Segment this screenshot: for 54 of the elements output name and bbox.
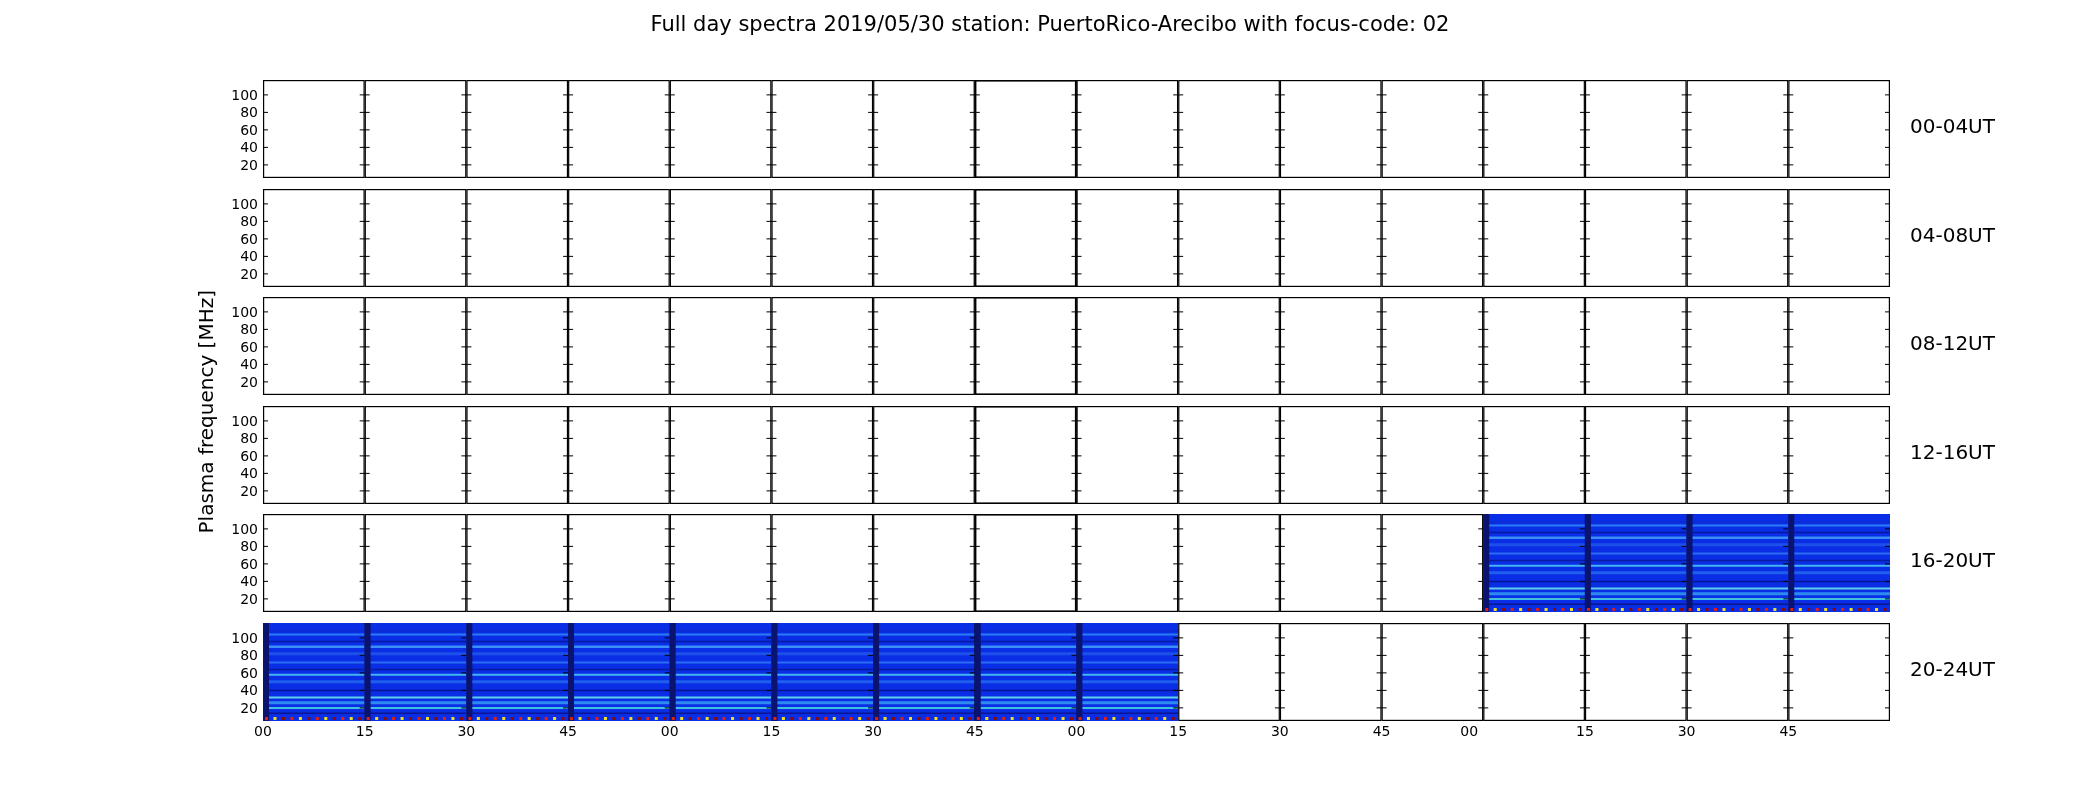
time-range-label: 20-24UT bbox=[1910, 656, 1995, 681]
time-range-label: 16-20UT bbox=[1910, 548, 1995, 572]
y-tick-label: 40 bbox=[240, 464, 258, 481]
time-range-label: 08-12UT bbox=[1910, 331, 1995, 355]
y-tick-label: 80 bbox=[240, 429, 258, 446]
x-tick-label: 45 bbox=[559, 723, 577, 739]
y-tick-label: 100 bbox=[231, 629, 258, 646]
x-tick-label: 30 bbox=[1270, 723, 1289, 739]
x-tick-label: 15 bbox=[1169, 723, 1188, 739]
y-tick-label: 40 bbox=[240, 681, 258, 698]
y-tick-label: 40 bbox=[240, 139, 258, 156]
x-tick-label: 45 bbox=[1372, 723, 1391, 739]
x-tick-label: 15 bbox=[1576, 723, 1594, 739]
x-tick-label: 45 bbox=[1779, 723, 1798, 739]
y-tick-label: 20 bbox=[240, 699, 258, 716]
time-range-label: 12-16UT bbox=[1910, 439, 1995, 464]
x-tick-label: 15 bbox=[762, 723, 781, 739]
x-tick-label: 00 bbox=[660, 723, 679, 739]
y-tick-label: 80 bbox=[240, 104, 258, 121]
y-tick-label: 40 bbox=[240, 573, 258, 590]
y-tick-label: 20 bbox=[240, 265, 258, 282]
y-tick-label: 80 bbox=[240, 212, 258, 229]
x-tick-label: 30 bbox=[457, 723, 476, 739]
y-tick-label: 80 bbox=[240, 321, 258, 338]
y-tick-label: 20 bbox=[240, 482, 258, 499]
y-tick-label: 60 bbox=[240, 121, 258, 138]
x-tick-label: 00 bbox=[1460, 723, 1479, 739]
y-tick-label: 40 bbox=[240, 356, 258, 373]
y-tick-label: 20 bbox=[240, 156, 258, 173]
y-tick-label: 80 bbox=[240, 646, 258, 663]
y-tick-label: 60 bbox=[240, 338, 258, 355]
y-tick-label: 20 bbox=[240, 373, 258, 390]
y-tick-label: 60 bbox=[240, 447, 258, 464]
y-tick-label: 100 bbox=[231, 520, 258, 537]
x-tick-label: 00 bbox=[254, 723, 272, 739]
y-axis-label: Plasma frequency [MHz] bbox=[194, 289, 218, 534]
chart-title: Full day spectra 2019/05/30 station: PuertoRico-Arecibo with focus-code: 02 bbox=[649, 11, 1451, 38]
time-range-label: 00-04UT bbox=[1910, 114, 1995, 138]
time-range-label: 04-08UT bbox=[1910, 222, 1995, 247]
x-tick-label: 45 bbox=[965, 723, 984, 739]
x-tick-label: 15 bbox=[355, 723, 374, 739]
y-tick-label: 100 bbox=[231, 303, 258, 320]
y-tick-label: 100 bbox=[231, 86, 258, 103]
x-tick-label: 00 bbox=[1067, 723, 1086, 739]
y-tick-label: 40 bbox=[240, 247, 258, 264]
y-tick-label: 60 bbox=[240, 555, 258, 572]
y-tick-label: 60 bbox=[240, 664, 258, 681]
x-tick-label: 30 bbox=[864, 723, 883, 739]
y-tick-label: 80 bbox=[240, 538, 258, 555]
y-tick-label: 20 bbox=[240, 590, 258, 607]
y-tick-label: 60 bbox=[240, 230, 258, 247]
x-tick-label: 30 bbox=[1677, 723, 1696, 739]
y-tick-label: 100 bbox=[231, 195, 258, 212]
y-tick-label: 100 bbox=[231, 412, 258, 429]
